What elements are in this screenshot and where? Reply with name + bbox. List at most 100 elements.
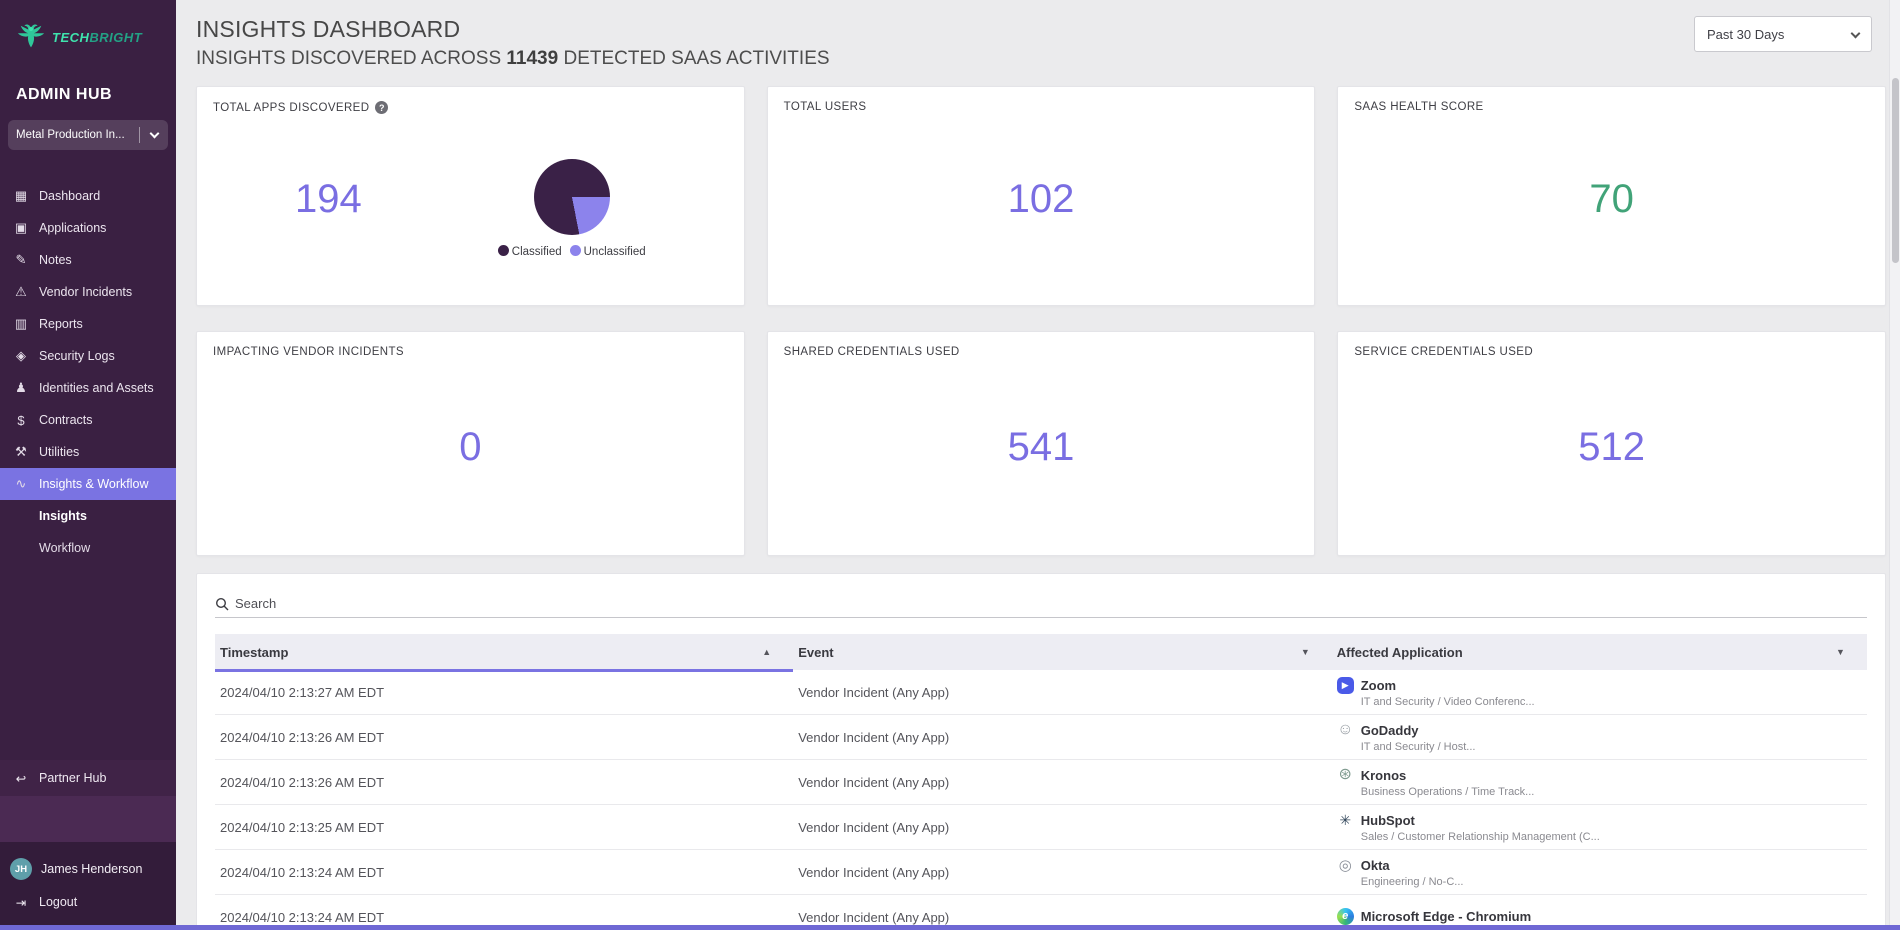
sidebar-item-identities-assets[interactable]: ♟Identities and Assets: [0, 372, 176, 404]
org-selector[interactable]: Metal Production In...: [8, 120, 168, 150]
sidebar-nav: ▦Dashboard ▣Applications ✎Notes ⚠Vendor …: [0, 180, 176, 564]
search-input[interactable]: [235, 596, 1867, 611]
user-area: JH James Henderson ⇥ Logout: [0, 842, 176, 930]
brand-logo: TECHBRIGHT: [0, 0, 176, 52]
table-row[interactable]: 2024/04/10 2:13:24 AM EDT Vendor Inciden…: [215, 850, 1867, 895]
cell-timestamp: 2024/04/10 2:13:24 AM EDT: [215, 865, 793, 880]
main-content: INSIGHTS DASHBOARD INSIGHTS DISCOVERED A…: [176, 0, 1900, 930]
period-select[interactable]: Past 30 Days: [1694, 16, 1872, 52]
metric-value: 70: [1338, 177, 1885, 222]
table-row[interactable]: 2024/04/10 2:13:26 AM EDT Vendor Inciden…: [215, 715, 1867, 760]
app-category: IT and Security / Host...: [1337, 741, 1867, 753]
cell-timestamp: 2024/04/10 2:13:26 AM EDT: [215, 730, 793, 745]
hub-title: ADMIN HUB: [0, 86, 176, 104]
column-header-timestamp[interactable]: Timestamp ▲: [215, 645, 793, 660]
card-total-users: TOTAL USERS 102: [767, 86, 1316, 306]
sidebar-item-vendor-incidents[interactable]: ⚠Vendor Incidents: [0, 276, 176, 308]
app-root: TECHBRIGHT ADMIN HUB Metal Production In…: [0, 0, 1900, 930]
page-header: INSIGHTS DASHBOARD INSIGHTS DISCOVERED A…: [196, 0, 1886, 86]
cell-event: Vendor Incident (Any App): [793, 910, 1332, 925]
cell-timestamp: 2024/04/10 2:13:27 AM EDT: [215, 685, 793, 700]
table-header: Timestamp ▲ Event ▼ Affected Application…: [215, 634, 1867, 670]
edge-app-icon: e: [1337, 908, 1354, 925]
cell-event: Vendor Incident (Any App): [793, 685, 1332, 700]
table-row[interactable]: 2024/04/10 2:13:27 AM EDT Vendor Inciden…: [215, 670, 1867, 715]
cell-event: Vendor Incident (Any App): [793, 775, 1332, 790]
page-title: INSIGHTS DASHBOARD: [196, 16, 1886, 43]
period-select-value: Past 30 Days: [1707, 27, 1784, 42]
legend-classified: Classified: [498, 245, 562, 258]
dashboard-icon: ▦: [13, 188, 29, 204]
card-impacting-vendor-incidents: IMPACTING VENDOR INCIDENTS 0: [196, 331, 745, 556]
legend-unclassified: Unclassified: [570, 245, 646, 258]
cell-event: Vendor Incident (Any App): [793, 730, 1332, 745]
table-row[interactable]: 2024/04/10 2:13:25 AM EDT Vendor Inciden…: [215, 805, 1867, 850]
hubspot-app-icon: ✳: [1337, 812, 1354, 829]
cell-affected-application: eMicrosoft Edge - Chromium: [1332, 908, 1867, 927]
card-saas-health-score: SAAS HEALTH SCORE 70: [1337, 86, 1886, 306]
sidebar-subitem-workflow[interactable]: Workflow: [0, 532, 176, 564]
unclassified-dot-icon: [570, 245, 581, 256]
sidebar-item-contracts[interactable]: $Contracts: [0, 404, 176, 436]
logout-button[interactable]: ⇥ Logout: [0, 886, 176, 918]
sidebar-bottom: ↩ Partner Hub JH James Henderson ⇥ Logou…: [0, 760, 176, 930]
table-row[interactable]: 2024/04/10 2:13:26 AM EDT Vendor Inciden…: [215, 760, 1867, 805]
user-profile[interactable]: JH James Henderson: [0, 852, 176, 886]
vertical-scrollbar[interactable]: [1889, 0, 1900, 930]
metric-value: 0: [197, 425, 744, 470]
pie-legend: Classified Unclassified: [498, 245, 646, 258]
chevron-down-icon: [1851, 28, 1861, 38]
cell-affected-application: ▶Zoom IT and Security / Video Conferenc.…: [1332, 677, 1867, 708]
sidebar-item-utilities[interactable]: ⚒Utilities: [0, 436, 176, 468]
cell-affected-application: ✳HubSpot Sales / Customer Relationship M…: [1332, 812, 1867, 843]
notes-icon: ✎: [13, 252, 29, 268]
cell-affected-application: ◎Okta Engineering / No-C...: [1332, 857, 1867, 888]
help-icon[interactable]: ?: [375, 101, 388, 114]
org-selector-value: Metal Production In...: [8, 129, 139, 141]
page-subtitle: INSIGHTS DISCOVERED ACROSS 11439 DETECTE…: [196, 48, 1886, 70]
sidebar-subitem-insights[interactable]: Insights: [0, 500, 176, 532]
brand-name: TECHBRIGHT: [52, 30, 142, 45]
sidebar-item-insights-workflow[interactable]: ∿Insights & Workflow: [0, 468, 176, 500]
sidebar-item-applications[interactable]: ▣Applications: [0, 212, 176, 244]
logout-icon: ⇥: [13, 895, 29, 910]
cell-event: Vendor Incident (Any App): [793, 865, 1332, 880]
chevron-down-icon: [140, 133, 168, 137]
app-category: IT and Security / Video Conferenc...: [1337, 696, 1867, 708]
sidebar-item-security-logs[interactable]: ◈Security Logs: [0, 340, 176, 372]
app-category: Business Operations / Time Track...: [1337, 786, 1867, 798]
sidebar-item-dashboard[interactable]: ▦Dashboard: [0, 180, 176, 212]
cell-affected-application: ⊛Kronos Business Operations / Time Track…: [1332, 767, 1867, 798]
metric-value: 541: [768, 425, 1315, 470]
sort-asc-icon: ▲: [762, 647, 771, 657]
cell-affected-application: ☺GoDaddy IT and Security / Host...: [1332, 722, 1867, 753]
vertical-scrollbar-thumb[interactable]: [1892, 78, 1899, 263]
applications-icon: ▣: [13, 220, 29, 236]
classified-dot-icon: [498, 245, 509, 256]
sidebar-spacer: [0, 796, 176, 842]
bar-chart-icon: ▥: [13, 316, 29, 332]
cell-event: Vendor Incident (Any App): [793, 820, 1332, 835]
sidebar-item-notes[interactable]: ✎Notes: [0, 244, 176, 276]
card-title: SERVICE CREDENTIALS USED: [1354, 346, 1869, 358]
activity-count: 11439: [506, 48, 558, 69]
godaddy-app-icon: ☺: [1337, 722, 1354, 739]
dollar-icon: $: [13, 413, 29, 428]
card-body: 194 Classified Unclassified: [213, 114, 728, 284]
filter-caret-icon: ▼: [1301, 647, 1310, 657]
card-title: SHARED CREDENTIALS USED: [784, 346, 1299, 358]
bottom-scrollbar[interactable]: [0, 925, 1900, 930]
partner-hub-link[interactable]: ↩ Partner Hub: [0, 760, 176, 796]
column-header-event[interactable]: Event ▼: [793, 645, 1332, 660]
metric-value: 194: [295, 177, 362, 222]
search-icon: [215, 597, 229, 611]
sidebar-item-reports[interactable]: ▥Reports: [0, 308, 176, 340]
cell-timestamp: 2024/04/10 2:13:24 AM EDT: [215, 910, 793, 925]
app-category: Engineering / No-C...: [1337, 876, 1867, 888]
return-arrow-icon: ↩: [13, 771, 29, 786]
sorted-column-indicator: [215, 669, 793, 672]
metric-value: 512: [1338, 425, 1885, 470]
card-title: TOTAL USERS: [784, 101, 1299, 113]
column-header-affected-application[interactable]: Affected Application ▼: [1332, 645, 1867, 660]
stat-cards-row-2: IMPACTING VENDOR INCIDENTS 0 SHARED CRED…: [196, 331, 1886, 556]
